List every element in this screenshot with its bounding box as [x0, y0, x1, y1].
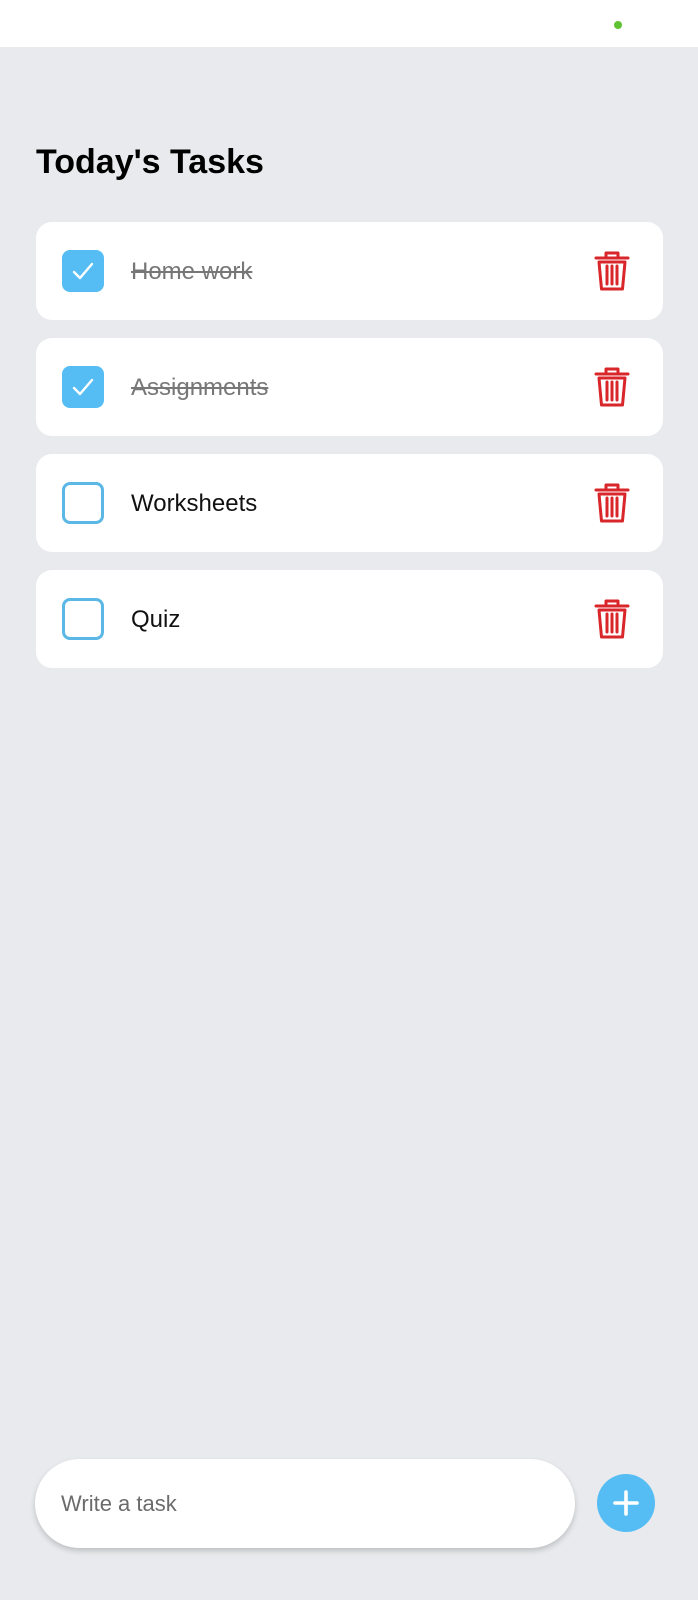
trash-icon [594, 483, 630, 523]
task-list: Home work Assignments Worksheets Quiz [36, 222, 663, 686]
task-checkbox[interactable] [62, 598, 104, 640]
task-item: Assignments [36, 338, 663, 436]
status-bar [0, 0, 698, 47]
delete-task-button[interactable] [592, 250, 632, 292]
check-icon [72, 262, 94, 280]
task-label: Home work [131, 258, 253, 285]
trash-icon [594, 251, 630, 291]
task-label: Quiz [131, 606, 181, 633]
add-task-button[interactable] [597, 1474, 655, 1532]
task-input-container [35, 1459, 575, 1548]
task-checkbox[interactable] [62, 366, 104, 408]
page-title: Today's Tasks [36, 143, 264, 181]
task-item: Quiz [36, 570, 663, 668]
trash-icon [594, 367, 630, 407]
status-indicator-dot [614, 21, 622, 29]
delete-task-button[interactable] [592, 598, 632, 640]
task-label: Assignments [131, 374, 269, 401]
delete-task-button[interactable] [592, 482, 632, 524]
task-item: Home work [36, 222, 663, 320]
delete-task-button[interactable] [592, 366, 632, 408]
plus-icon [613, 1490, 639, 1516]
task-input[interactable] [35, 1459, 575, 1548]
trash-icon [594, 599, 630, 639]
task-label: Worksheets [131, 490, 258, 517]
task-checkbox[interactable] [62, 250, 104, 292]
task-checkbox[interactable] [62, 482, 104, 524]
task-item: Worksheets [36, 454, 663, 552]
check-icon [72, 378, 94, 396]
